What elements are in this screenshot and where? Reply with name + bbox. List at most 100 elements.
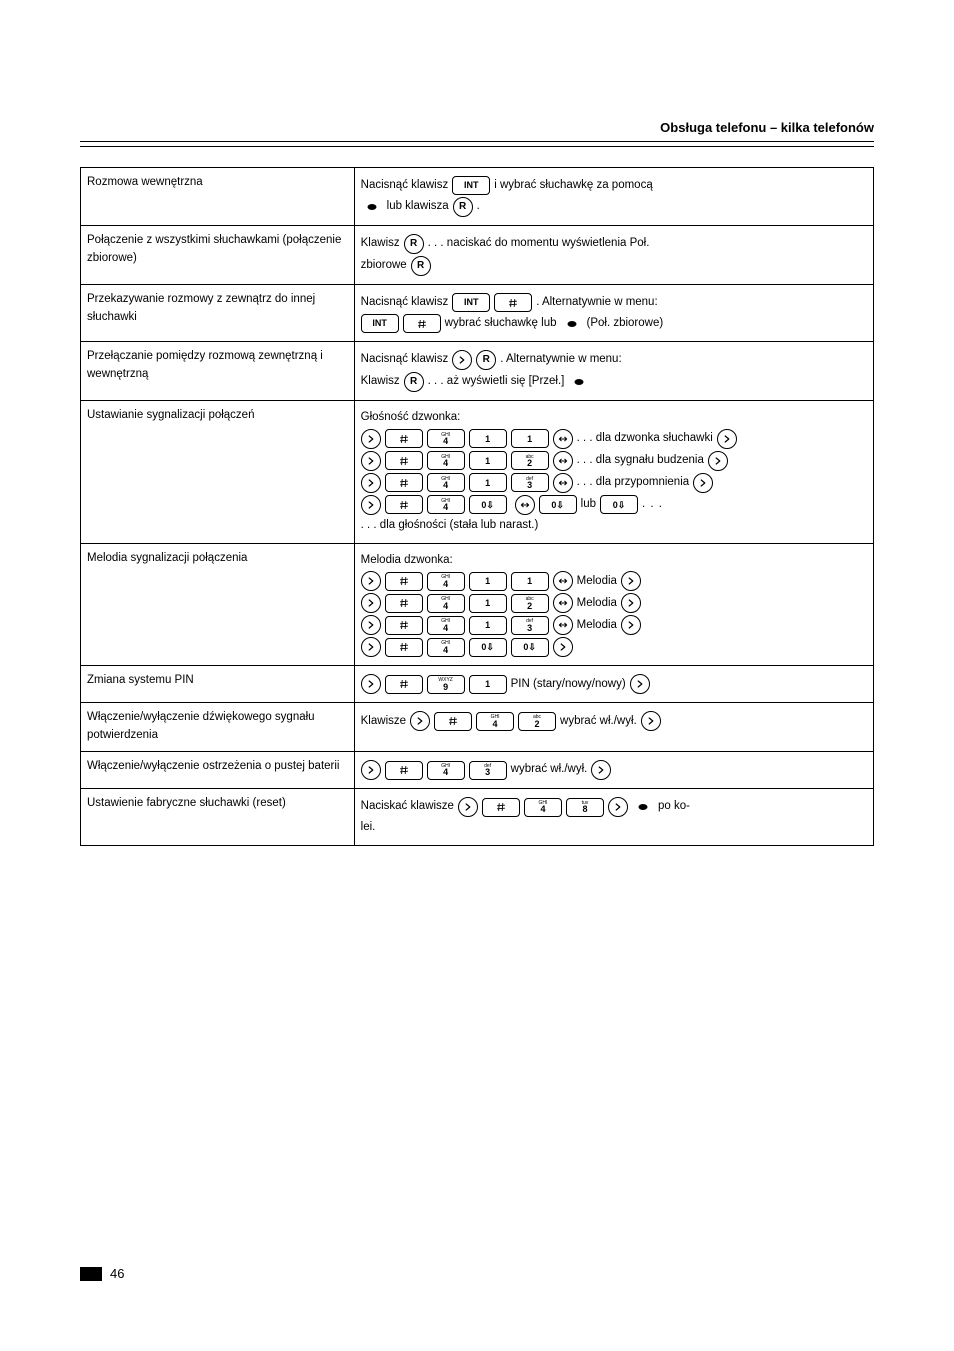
row-label: Zmiana systemu PIN	[81, 666, 355, 703]
numkey-4: GHI4	[427, 473, 465, 492]
key-int: INT	[361, 314, 399, 333]
table-row: Ustawienie fabryczne słuchawki (reset)Na…	[81, 789, 874, 846]
updown-icon	[568, 374, 590, 390]
right-icon	[361, 615, 381, 635]
instruction-text: Melodia	[577, 595, 617, 613]
hash-key	[385, 451, 423, 470]
instruction-text: i wybrać słuchawkę za pomocą	[494, 177, 653, 195]
table-row: Zmiana systemu PIN WXYZ91 PIN (stary/nowy…	[81, 666, 874, 703]
row-procedure: Melodia dzwonka:GHI411 Melodia GHI41abc2…	[354, 543, 873, 666]
row-procedure: GHI4def3 wybrać wł./wył.	[354, 752, 873, 789]
instruction-text: . Alternatywnie w menu:	[500, 351, 621, 369]
numkey-4: GHI4	[427, 616, 465, 635]
row-label: Przełączanie pomiędzy rozmową zewnętrzną…	[81, 342, 355, 401]
row-procedure: Naciskać klawisze GHI4tuv8 po ko-lei.	[354, 789, 873, 846]
instruction-text: .	[477, 198, 480, 216]
table-row: Przekazywanie rozmowy z zewnątrz do inne…	[81, 285, 874, 342]
procedure-text: . . . dla głośności (stała lub narast.)	[361, 517, 867, 535]
numkey-4: GHI4	[476, 712, 514, 731]
numkey-3: def3	[511, 473, 549, 492]
hash-key	[385, 616, 423, 635]
numkey-8: tuv8	[566, 798, 604, 817]
instruction-text: . . . dla dzwonka słuchawki	[577, 430, 713, 448]
instruction-text: zbiorowe	[361, 257, 407, 275]
instruction-text: Melodia	[577, 617, 617, 635]
updown-icon	[361, 199, 383, 215]
row-procedure: Głośność dzwonka:GHI411. . . dla dzwonka…	[354, 401, 873, 544]
right-icon	[361, 674, 381, 694]
circle-key-r: R	[476, 350, 496, 370]
ellipsis: . . .	[642, 496, 663, 514]
numkey-4: GHI4	[427, 429, 465, 448]
numkey-4: GHI4	[427, 572, 465, 591]
lr-icon	[553, 615, 573, 635]
row-label: Włączenie/wyłączenie dźwiękowego sygnału…	[81, 703, 355, 752]
numkey-1: 1	[469, 572, 507, 591]
procedure-step: Klawisze GHI4abc2 wybrać wł./wył.	[361, 711, 867, 731]
table-row: Rozmowa wewnętrzna Nacisnąć klawisz INT i…	[81, 168, 874, 226]
procedure-step: GHI41def3. . . dla przypomnienia	[361, 473, 867, 493]
numkey-1: 1	[469, 594, 507, 613]
procedure-text: Głośność dzwonka:	[361, 409, 867, 427]
hash-key	[403, 314, 441, 333]
row-procedure: WXYZ91 PIN (stary/nowy/nowy)	[354, 666, 873, 703]
table-row: Ustawianie sygnalizacji połączeńGłośność…	[81, 401, 874, 544]
procedure-text: Melodia dzwonka:	[361, 552, 867, 570]
page-number: 46	[110, 1266, 124, 1281]
procedure-step: GHI4def3 wybrać wł./wył.	[361, 760, 867, 780]
procedure-step: Klawisz R . . . aż wyświetli się [Przeł.…	[361, 372, 867, 392]
header-rule	[80, 146, 874, 147]
right-icon	[361, 451, 381, 471]
procedure-step: Klawisz R . . . naciskać do momentu wyśw…	[361, 234, 867, 254]
procedure-text: lei.	[361, 819, 867, 837]
numkey-1: 1	[469, 675, 507, 694]
right-icon	[621, 571, 641, 591]
right-icon	[591, 760, 611, 780]
lr-icon	[553, 451, 573, 471]
row-label: Rozmowa wewnętrzna	[81, 168, 355, 226]
right-icon	[361, 571, 381, 591]
numkey-4: GHI4	[427, 451, 465, 470]
numkey-1: 1	[469, 429, 507, 448]
instruction-text: . . . dla sygnału budzenia	[577, 452, 704, 470]
numkey-4: GHI4	[427, 761, 465, 780]
table-row: Włączenie/wyłączenie dźwiękowego sygnału…	[81, 703, 874, 752]
right-icon	[361, 473, 381, 493]
right-icon	[641, 711, 661, 731]
instruction-text: po ko-	[658, 798, 690, 816]
right-icon	[717, 429, 737, 449]
instruction-text: Klawisze	[361, 713, 406, 731]
circle-key-r: R	[453, 197, 473, 217]
key-int: INT	[452, 293, 490, 312]
numkey-3: def3	[469, 761, 507, 780]
instruction-text: Klawisz	[361, 235, 400, 253]
row-procedure: Nacisnąć klawisz INT . Alternatywnie w m…	[354, 285, 873, 342]
instruction-text: Naciskać klawisze	[361, 798, 454, 816]
right-icon	[630, 674, 650, 694]
hash-key	[385, 495, 423, 514]
right-icon	[553, 637, 573, 657]
procedure-step: Nacisnąć klawisz R . Alternatywnie w men…	[361, 350, 867, 370]
row-procedure: Nacisnąć klawisz INT i wybrać słuchawkę …	[354, 168, 873, 226]
lr-icon	[553, 473, 573, 493]
procedure-step: Nacisnąć klawisz INT i wybrać słuchawkę …	[361, 176, 867, 195]
hash-key	[385, 473, 423, 492]
numkey-0⇩: 0⇩	[469, 495, 507, 514]
procedure-step: GHI41abc2 Melodia	[361, 593, 867, 613]
hash-key	[482, 798, 520, 817]
procedure-step: GHI411 Melodia	[361, 571, 867, 591]
hash-key	[385, 638, 423, 657]
procedure-step: GHI40⇩0⇩	[361, 637, 867, 657]
table-row: Melodia sygnalizacji połączeniaMelodia d…	[81, 543, 874, 666]
row-procedure: Nacisnąć klawisz R . Alternatywnie w men…	[354, 342, 873, 401]
right-icon	[708, 451, 728, 471]
instruction-text: Melodia	[577, 573, 617, 591]
right-icon	[621, 615, 641, 635]
procedure-step: WXYZ91 PIN (stary/nowy/nowy)	[361, 674, 867, 694]
numkey-2: abc2	[511, 594, 549, 613]
row-label: Połączenie z wszystkimi słuchawkami (poł…	[81, 226, 355, 285]
row-procedure: Klawisz R . . . naciskać do momentu wyśw…	[354, 226, 873, 285]
right-icon	[361, 495, 381, 515]
numkey-9: WXYZ9	[427, 675, 465, 694]
lr-icon	[553, 593, 573, 613]
